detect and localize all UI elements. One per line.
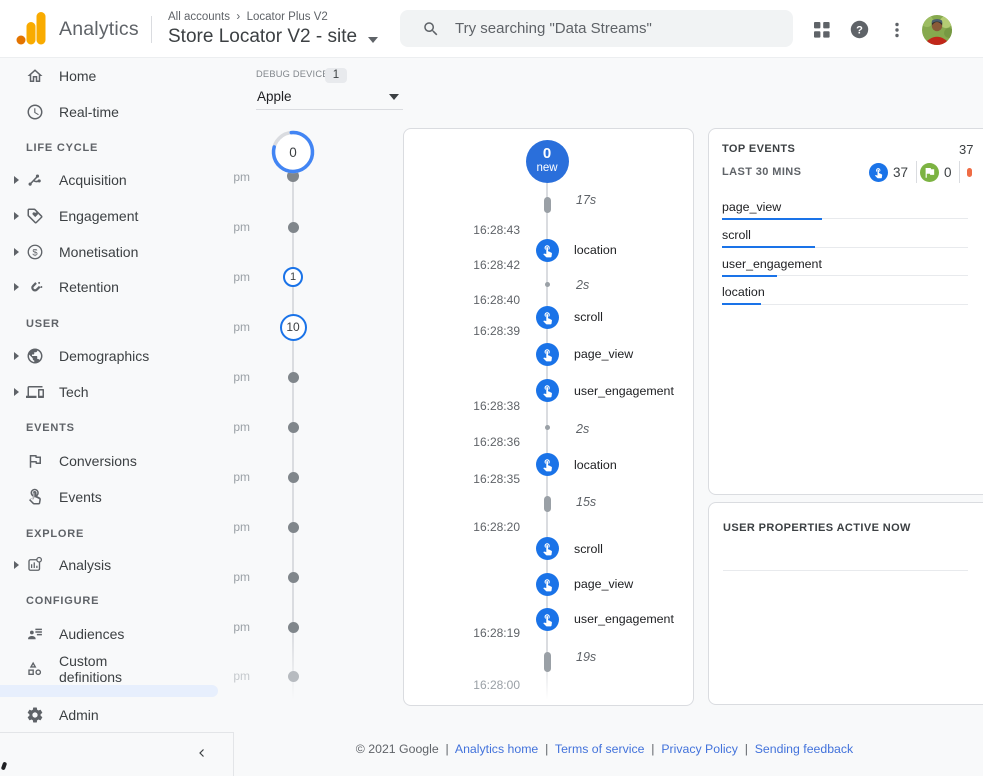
svg-text:0: 0	[289, 145, 297, 160]
svg-text:?: ?	[856, 24, 863, 36]
svg-text:$: $	[32, 247, 38, 257]
